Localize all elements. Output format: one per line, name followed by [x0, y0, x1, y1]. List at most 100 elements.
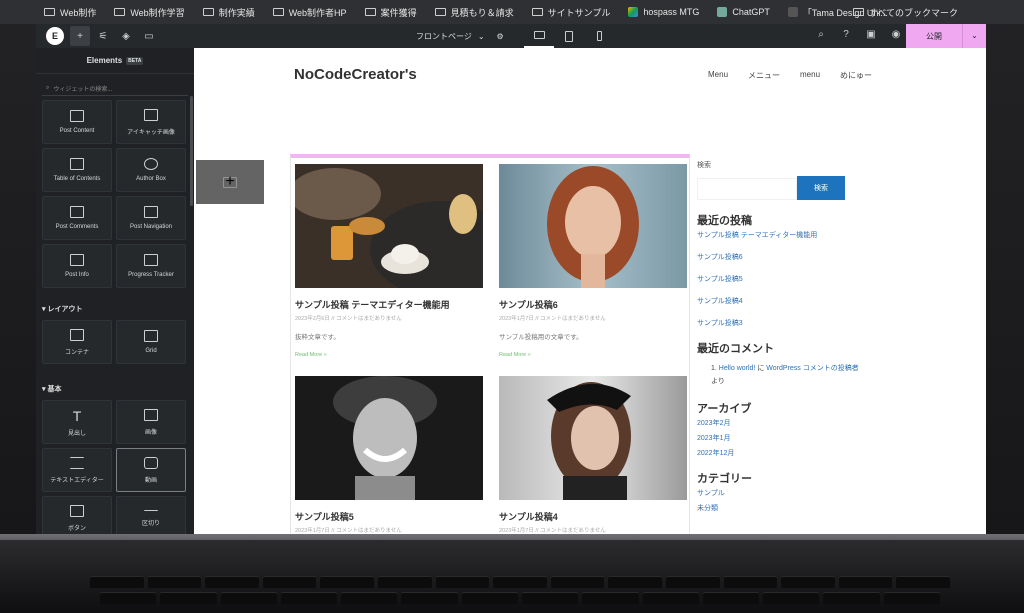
user-icon: [144, 158, 158, 170]
page-selector[interactable]: フロントページ ⌄ ⚙: [416, 24, 504, 48]
preview-eye-icon[interactable]: ◉: [886, 24, 906, 44]
widget-featured-image[interactable]: アイキャッチ画像: [116, 100, 186, 144]
category-basic[interactable]: ▾ 基本: [42, 384, 61, 394]
all-bookmarks[interactable]: すべてのブックマーク: [852, 0, 958, 24]
publish-button[interactable]: 公開 ⌄: [906, 24, 986, 48]
search-button[interactable]: 検索: [797, 176, 845, 200]
post-title[interactable]: サンプル投稿4: [499, 510, 687, 523]
widget-title: アーカイブ: [697, 403, 752, 415]
gift-icon[interactable]: ▣: [861, 24, 881, 44]
button-icon: [70, 504, 84, 517]
keyboard-row: [90, 576, 950, 588]
help-icon[interactable]: ?: [836, 24, 856, 44]
post-thumbnail[interactable]: [295, 376, 483, 500]
menu-item[interactable]: めにゅー: [840, 70, 872, 81]
recent-post-link[interactable]: サンプル投稿 テーマエディター機能用: [697, 230, 897, 240]
widget-post-comments[interactable]: Post Comments: [42, 196, 112, 240]
recent-post-link[interactable]: サンプル投稿3: [697, 318, 897, 328]
chatgpt-icon: [717, 7, 728, 17]
desktop-icon[interactable]: [524, 24, 554, 48]
category-layout[interactable]: ▾ レイアウト: [42, 304, 82, 314]
recent-post-link[interactable]: サンプル投稿5: [697, 274, 897, 284]
settings-sliders-icon[interactable]: ⚟: [93, 26, 113, 46]
post-title[interactable]: サンプル投稿6: [499, 298, 687, 311]
post-card[interactable]: サンプル投稿5 2023年1月7日 // コメントはまだありません: [295, 376, 483, 534]
widget-title: カテゴリー: [697, 473, 752, 485]
post-thumbnail[interactable]: [295, 164, 483, 288]
widget-button[interactable]: ボタン: [42, 496, 112, 534]
layers-icon[interactable]: ◈: [116, 26, 136, 46]
post-card[interactable]: サンプル投稿6 2023年1月7日 // コメントはまだありません サンプル投稿…: [499, 164, 687, 358]
portrait-photo: [547, 382, 631, 500]
bookmark-item[interactable]: ChatGPT: [717, 7, 770, 17]
search-icon[interactable]: ⌕: [811, 24, 831, 44]
widget-author-box[interactable]: Author Box: [116, 148, 186, 192]
post-title[interactable]: サンプル投稿 テーマエディター機能用: [295, 298, 483, 311]
bookmark-item[interactable]: 見積もり＆請求: [434, 6, 514, 19]
widget-post-info[interactable]: Post Info: [42, 244, 112, 288]
add-element-icon[interactable]: +: [70, 26, 90, 46]
widget-post-content[interactable]: Post Content: [42, 100, 112, 144]
widget-heading[interactable]: T 見出し: [42, 400, 112, 444]
read-more-link[interactable]: Read More »: [295, 352, 483, 358]
post-excerpt: 抜粋文章です。: [295, 334, 340, 341]
archive-link[interactable]: 2022年12月: [697, 448, 897, 458]
widget-progress-tracker[interactable]: Progress Tracker: [116, 244, 186, 288]
portrait-photo: [333, 376, 437, 500]
post-meta: 2023年1月7日 // コメントはまだありません: [499, 316, 606, 322]
widget-container[interactable]: コンテナ: [42, 320, 112, 364]
comment-icon[interactable]: ▭: [139, 26, 159, 46]
grid-icon: [144, 330, 158, 342]
folder-icon: [44, 8, 55, 16]
bookmark-item[interactable]: hospass MTG: [628, 7, 699, 17]
progress-icon: [144, 254, 158, 266]
chevron-down-icon[interactable]: ⌄: [962, 24, 986, 48]
bookmark-item[interactable]: Web制作者HP: [272, 6, 347, 19]
category-link[interactable]: 未分類: [697, 503, 897, 513]
archive-link[interactable]: 2023年2月: [697, 418, 897, 428]
post-card[interactable]: サンプル投稿4 2023年1月7日 // コメントはまだありません: [499, 376, 687, 534]
tablet-icon[interactable]: [554, 24, 584, 48]
post-meta: 2023年1月7日 // コメントはまだありません: [295, 528, 402, 534]
laptop-keyboard: [0, 540, 1024, 613]
widget-text-editor[interactable]: テキストエディター: [42, 448, 112, 492]
read-more-link[interactable]: Read More »: [499, 352, 687, 358]
widget-table-of-contents[interactable]: Table of Contents: [42, 148, 112, 192]
bookmark-item[interactable]: 案件獲得: [364, 6, 417, 19]
widget-video[interactable]: 動画: [116, 448, 186, 492]
posts-grid[interactable]: サンプル投稿 テーマエディター機能用 2023年2月6日 // コメントはまだあ…: [290, 154, 690, 544]
menu-item[interactable]: menu: [800, 70, 820, 81]
bookmark-item[interactable]: サイトサンプル: [531, 6, 610, 19]
widget-post-navigation[interactable]: Post Navigation: [116, 196, 186, 240]
mobile-icon[interactable]: [584, 24, 614, 48]
archive-link[interactable]: 2023年1月: [697, 433, 897, 443]
elementor-logo-icon[interactable]: E: [46, 27, 64, 45]
food-photo: [295, 168, 483, 288]
widget-search-input[interactable]: ⌕ ウィジェットの検索...: [42, 82, 188, 96]
panel-scrollbar[interactable]: [190, 96, 193, 206]
post-thumbnail[interactable]: [499, 164, 687, 288]
site-title[interactable]: NoCodeCreator's: [294, 66, 417, 83]
bookmark-item[interactable]: 制作実績: [202, 6, 255, 19]
widget-grid[interactable]: Grid: [116, 320, 186, 364]
widget-image[interactable]: 画像: [116, 400, 186, 444]
search-input[interactable]: [697, 178, 797, 200]
portrait-photo: [547, 166, 639, 288]
page-settings-icon[interactable]: ⚙: [497, 32, 504, 41]
menu-item[interactable]: Menu: [708, 70, 728, 81]
folder-icon: [114, 8, 126, 16]
widget-divider[interactable]: 区切り: [116, 496, 186, 534]
container-icon: [70, 328, 84, 341]
page-canvas: NoCodeCreator's Menu メニュー menu めにゅー サンプル…: [194, 48, 986, 544]
recent-post-link[interactable]: サンプル投稿4: [697, 296, 897, 306]
post-meta: 2023年2月6日 // コメントはまだありません: [295, 316, 402, 322]
category-link[interactable]: サンプル: [697, 488, 897, 498]
bookmark-item[interactable]: Web制作学習: [114, 6, 185, 19]
post-thumbnail[interactable]: [499, 376, 687, 500]
recent-post-link[interactable]: サンプル投稿6: [697, 252, 897, 262]
menu-item[interactable]: メニュー: [748, 70, 780, 81]
post-title[interactable]: サンプル投稿5: [295, 510, 483, 523]
post-card[interactable]: サンプル投稿 テーマエディター機能用 2023年2月6日 // コメントはまだあ…: [295, 164, 483, 358]
comments-icon: [70, 206, 84, 218]
bookmark-item[interactable]: Web制作: [44, 6, 96, 19]
